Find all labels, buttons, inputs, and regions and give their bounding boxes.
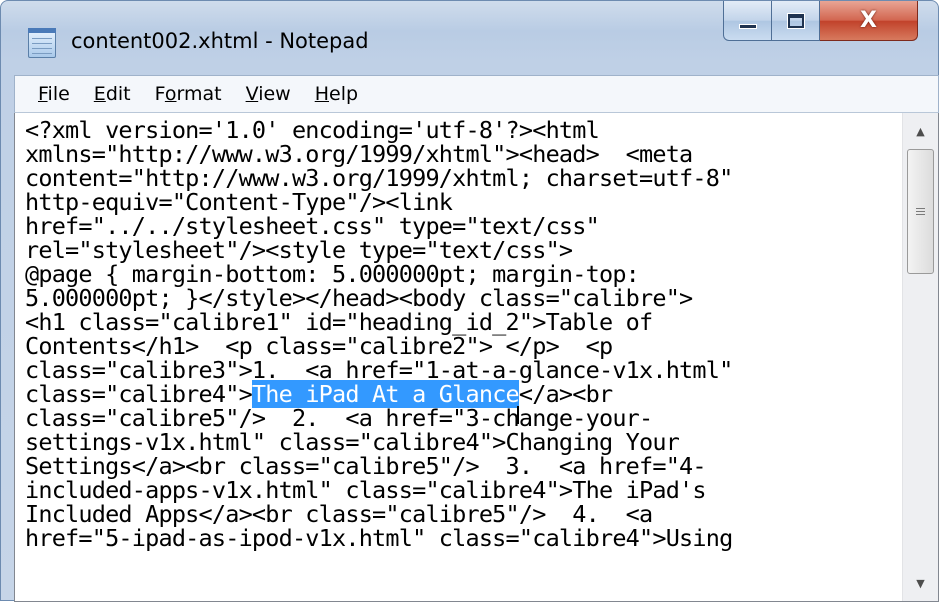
text-editor[interactable]: <?xml version='1.0' encoding='utf-8'?><h…: [14, 113, 939, 602]
menu-format-mnemonic: o: [164, 83, 177, 105]
minimize-icon: [738, 24, 757, 29]
text-line: Settings</a><br class="calibre5"/> 3. <a…: [25, 452, 707, 480]
menu-help-label: elp: [329, 83, 359, 105]
scroll-up-button[interactable]: ▲: [903, 113, 938, 149]
window-title: content002.xhtml - Notepad: [71, 29, 369, 53]
close-icon: X: [860, 8, 877, 33]
text-line: included-apps-v1x.html" class="calibre4"…: [25, 476, 707, 504]
text-line: xmlns="http://www.w3.org/1999/xhtml"><he…: [25, 140, 693, 168]
text-line: <?xml version='1.0' encoding='utf-8'?><h…: [25, 116, 600, 144]
close-button[interactable]: X: [820, 1, 918, 41]
text-line: href="../../stylesheet.css" type="text/c…: [25, 212, 600, 240]
menu-file-mnemonic: F: [38, 83, 48, 105]
menu-file-label: ile: [47, 83, 70, 105]
up-arrow-icon: ▲: [916, 124, 925, 138]
menu-edit-mnemonic: E: [93, 83, 106, 105]
text-line: href="5-ipad-as-ipod-v1x.html" class="ca…: [25, 524, 733, 552]
text-line: class="calibre3">1. <a href="1-at-a-glan…: [25, 356, 733, 384]
text-line: content="http://www.w3.org/1999/xhtml; c…: [25, 164, 733, 192]
down-arrow-icon: ▼: [916, 576, 925, 590]
menu-format-label: rmat: [176, 83, 222, 105]
vertical-scrollbar[interactable]: ▲ ▼: [902, 113, 938, 601]
text-line: <h1 class="calibre1" id="heading_id_2">T…: [25, 308, 653, 336]
menu-format-prefix: F: [154, 83, 165, 105]
scroll-thumb[interactable]: [907, 149, 934, 274]
text-line: http-equiv="Content-Type"/><link: [25, 188, 453, 216]
text-line: Included Apps</a><br class="calibre5"/> …: [25, 500, 653, 528]
menu-view-mnemonic: V: [245, 83, 259, 105]
minimize-button[interactable]: [723, 1, 772, 41]
text-line-selected: class="calibre4">The iPad At a Glance</a…: [25, 380, 905, 424]
notepad-icon[interactable]: [28, 28, 56, 58]
menu-help[interactable]: Help: [315, 83, 358, 105]
menu-view-label: iew: [258, 83, 291, 105]
menu-file[interactable]: File: [38, 83, 70, 105]
maximize-icon: [786, 12, 805, 29]
text-line: settings-v1x.html" class="calibre4">Chan…: [25, 428, 680, 456]
title-bar[interactable]: content002.xhtml - Notepad X: [1, 1, 938, 75]
menu-format[interactable]: Format: [155, 83, 222, 105]
menu-edit[interactable]: Edit: [94, 83, 131, 105]
text-line: Contents</h1> <p class="calibre2"> </p> …: [25, 332, 613, 360]
maximize-button[interactable]: [772, 1, 820, 41]
menu-view[interactable]: View: [246, 83, 291, 105]
document-text[interactable]: <?xml version='1.0' encoding='utf-8'?><h…: [25, 118, 905, 550]
menu-bar: File Edit Format View Help: [14, 75, 939, 113]
text-line: rel="stylesheet"/><style type="text/css"…: [25, 236, 573, 264]
grip-icon: [916, 207, 925, 216]
notepad-window: content002.xhtml - Notepad X File Edit F…: [0, 0, 939, 602]
text-line: @page { margin-bottom: 5.000000pt; margi…: [25, 260, 640, 288]
text-line: class="calibre5"/> 2. <a href="3-change-…: [25, 404, 653, 432]
menu-help-mnemonic: H: [314, 83, 329, 105]
text-line: 5.000000pt; }</style></head><body class=…: [25, 284, 693, 312]
scroll-down-button[interactable]: ▼: [903, 565, 938, 601]
menu-edit-label: dit: [105, 83, 131, 105]
